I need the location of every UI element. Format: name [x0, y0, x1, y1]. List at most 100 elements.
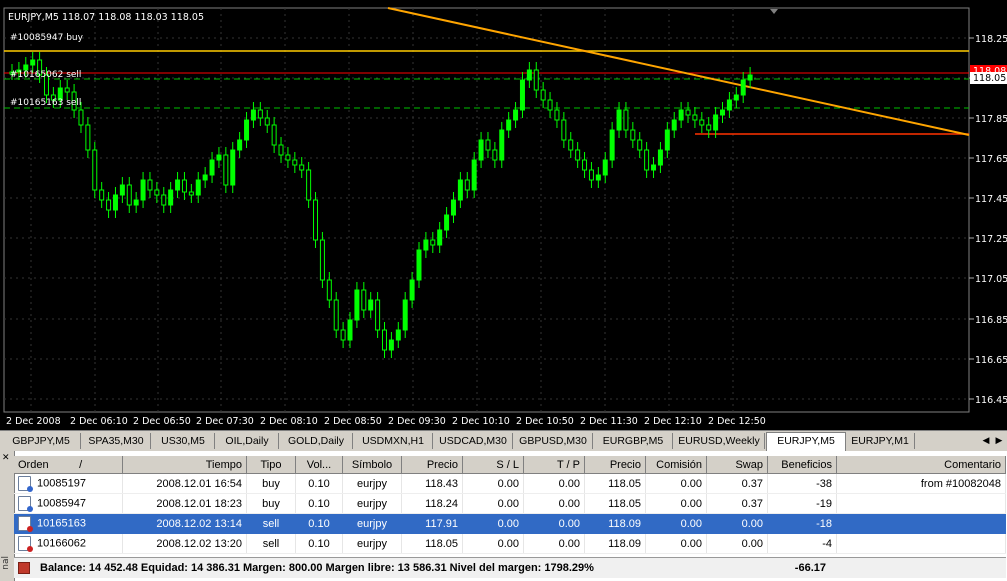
order-price: 118.43 — [401, 473, 463, 494]
col-tipo[interactable]: Tipo — [246, 456, 296, 474]
order-row[interactable]: 10165163 2008.12.02 13:14 sell 0.10 eurjpy 11… — [14, 513, 1006, 534]
price-tick-label: 116.85 — [975, 315, 1007, 326]
candle-body — [457, 179, 463, 201]
order-id: 10085947 — [37, 497, 86, 510]
close-icon[interactable]: ✕ — [2, 453, 10, 463]
order-symbol: eurjpy — [342, 473, 402, 494]
order-time: 2008.12.01 16:54 — [122, 473, 247, 494]
col-precio-actual[interactable]: Precio — [584, 456, 646, 474]
time-tick-label: 2 Dec 06:10 — [70, 416, 128, 427]
price-tick-label: 116.45 — [975, 395, 1007, 406]
chart-tab[interactable]: GOLD,Daily — [280, 433, 353, 449]
chart-tab[interactable]: USDMXN,H1 — [354, 433, 433, 449]
candle-body — [561, 119, 567, 141]
time-tick-label: 2 Dec 07:30 — [196, 416, 254, 427]
candle-body — [382, 329, 387, 351]
order-comment — [836, 493, 1006, 514]
candle-body — [154, 189, 160, 196]
time-tick-label: 2 Dec 2008 — [6, 416, 61, 427]
candle-body — [623, 109, 629, 131]
candle-body — [588, 169, 594, 181]
candle-body — [699, 119, 705, 126]
order-label: #10165062 sell — [10, 70, 81, 80]
candle-body — [471, 159, 477, 191]
candle-body — [333, 299, 339, 331]
chart-tab[interactable]: SPA35,M30 — [82, 433, 151, 449]
order-swap: 0.00 — [706, 533, 768, 554]
chart-tab[interactable]: EURJPY,M5 — [766, 432, 846, 451]
trendline[interactable] — [387, 7, 970, 136]
candle-body — [409, 279, 415, 301]
candle-body — [285, 154, 291, 161]
candle-body — [147, 179, 153, 191]
col-precio[interactable]: Precio — [401, 456, 463, 474]
order-vol: 0.10 — [295, 513, 343, 534]
col-comision[interactable]: Comisión — [645, 456, 707, 474]
candle-body — [202, 174, 208, 181]
col-beneficios[interactable]: Beneficios — [767, 456, 837, 474]
chart-tab[interactable]: US30,M5 — [152, 433, 215, 449]
chart-tab[interactable]: EURJPY,M1 — [846, 433, 915, 449]
sell-order-icon — [18, 516, 33, 532]
order-vol: 0.10 — [295, 493, 343, 514]
order-cur: 118.05 — [584, 473, 646, 494]
candle-body — [423, 239, 429, 251]
time-tick-label: 2 Dec 10:10 — [452, 416, 510, 427]
candle-body — [175, 179, 181, 191]
chart-canvas[interactable]: 118.25 118.05 117.85 117.65 117.45 117.25 117.… — [0, 0, 1007, 430]
order-type: sell — [246, 513, 296, 534]
col-sl[interactable]: S / L — [462, 456, 524, 474]
col-vol[interactable]: Vol... — [295, 456, 343, 474]
candle-body — [671, 119, 677, 131]
col-comentario[interactable]: Comentario — [836, 456, 1006, 474]
candle-body — [485, 139, 491, 151]
balance-bar: Balance: 14 452.48 Equidad: 14 386.31 Ma… — [14, 557, 1006, 578]
candle-body — [161, 194, 167, 206]
order-cell: 10085947 — [14, 493, 123, 514]
col-simbolo[interactable]: Símbolo — [342, 456, 402, 474]
chart-tab[interactable]: OIL,Daily — [216, 433, 279, 449]
candle-body — [299, 164, 305, 171]
order-row[interactable]: 10085197 2008.12.01 16:54 buy 0.10 eurjpy 118… — [14, 473, 1006, 494]
order-time: 2008.12.01 18:23 — [122, 493, 247, 514]
candle-body — [140, 179, 146, 201]
chart-tab[interactable]: EURGBP,M5 — [594, 433, 673, 449]
candle-body — [223, 154, 229, 186]
candle-body — [168, 189, 174, 206]
chart-shift-marker[interactable] — [770, 9, 778, 14]
chart-tab[interactable]: GBPJPY,M5 — [2, 433, 81, 449]
candle-body — [361, 289, 367, 311]
order-row[interactable]: 10085947 2008.12.01 18:23 buy 0.10 eurjpy 118… — [14, 493, 1006, 514]
candle-body — [575, 149, 581, 161]
candle-body — [637, 139, 643, 151]
order-id: 10166062 — [37, 537, 86, 550]
order-row[interactable]: 10166062 2008.12.02 13:20 sell 0.10 eurjpy 11… — [14, 533, 1006, 554]
col-orden[interactable]: Orden / — [14, 456, 123, 474]
candle-body — [112, 194, 118, 211]
chart-tab[interactable]: EURUSD,Weekly — [674, 433, 765, 449]
candle-body — [126, 184, 132, 206]
tab-scroll-left-icon[interactable]: ◀ — [980, 435, 992, 447]
buy-order-icon — [18, 476, 33, 492]
order-symbol: eurjpy — [342, 493, 402, 514]
candle-body — [747, 74, 753, 81]
tab-scroll-right-icon[interactable]: ▶ — [993, 435, 1005, 447]
candle-body — [609, 129, 615, 161]
balance-text: Balance: 14 452.48 Equidad: 14 386.31 Ma… — [40, 562, 594, 574]
candle-body — [713, 114, 719, 131]
time-tick-label: 2 Dec 09:30 — [388, 416, 446, 427]
col-swap[interactable]: Swap — [706, 456, 768, 474]
candle-body — [602, 159, 608, 176]
price-chart[interactable]: 118.25 118.05 117.85 117.65 117.45 117.25 117.… — [0, 0, 1007, 430]
chart-tab[interactable]: USDCAD,M30 — [434, 433, 513, 449]
candle-body — [519, 79, 525, 111]
col-tp[interactable]: T / P — [523, 456, 585, 474]
col-tiempo[interactable]: Tiempo — [122, 456, 247, 474]
candle-body — [678, 109, 684, 121]
order-cell: 10085197 — [14, 473, 123, 494]
chart-tab[interactable]: GBPUSD,M30 — [514, 433, 593, 449]
order-swap: 0.00 — [706, 513, 768, 534]
order-price: 118.05 — [401, 533, 463, 554]
candle-body — [278, 144, 284, 156]
orders-header-row: Orden / Tiempo Tipo Vol... Símbolo Preci… — [14, 456, 1006, 474]
